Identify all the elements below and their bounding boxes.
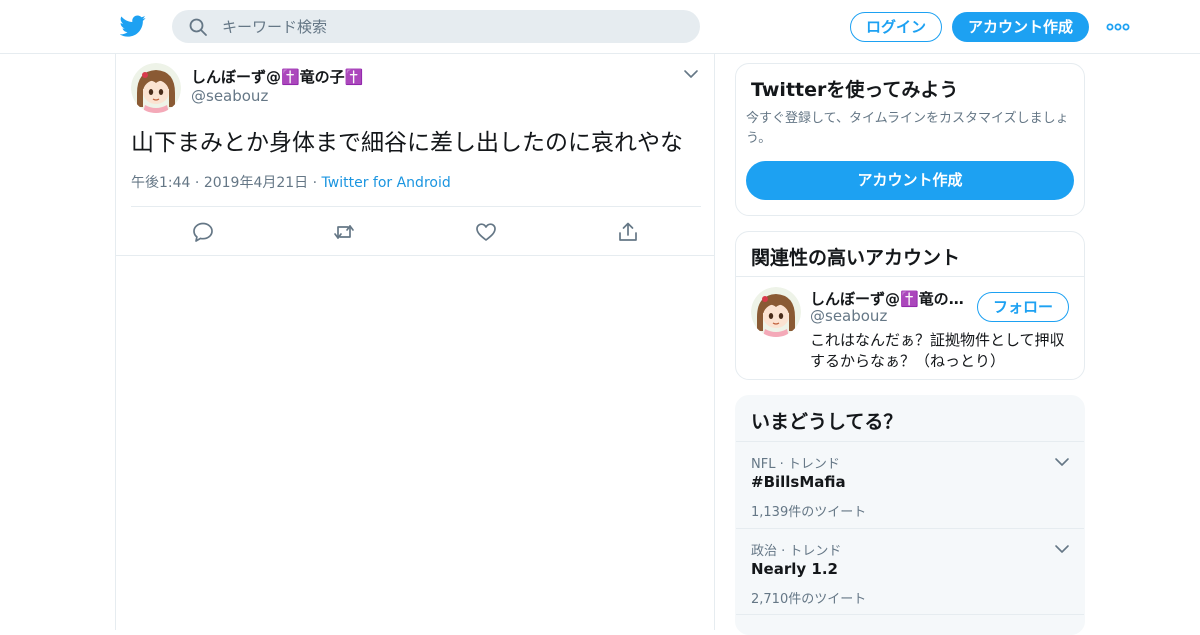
tweet-text: 山下まみとか身体まで細谷に差し出したのに哀れやな <box>131 130 683 156</box>
trends-card-title: いまどうしてる？ <box>751 411 903 433</box>
trend-count: 2,710件のツイート <box>751 592 867 607</box>
tweet-author-name[interactable]: しんぼーず@✝️竜の子✝️ <box>191 66 363 87</box>
twitter-bird-icon[interactable] <box>120 13 146 39</box>
related-card-title: 関連性の高いアカウント <box>751 247 961 269</box>
card-divider <box>736 276 1084 277</box>
signup-card-title: Twitterを使ってみよう <box>751 79 959 101</box>
search-bar[interactable] <box>172 10 700 43</box>
chevron-down-icon[interactable] <box>1054 543 1070 555</box>
avatar-image <box>131 63 181 113</box>
trend-item[interactable]: NFL · トレンド #BillsMafia 1,139件のツイート <box>736 441 1084 528</box>
related-accounts-card: 関連性の高いアカウント しんぼーず@✝️竜の子✝️ @seabouz フォロー … <box>735 231 1085 380</box>
trend-title[interactable]: #BillsMafia <box>751 473 846 491</box>
tweet-date[interactable]: 2019年4月21日 <box>204 175 308 191</box>
meta-separator: · <box>312 175 322 191</box>
avatar[interactable] <box>131 63 181 113</box>
follow-button[interactable]: フォロー <box>977 292 1069 322</box>
related-account-name[interactable]: しんぼーず@✝️竜の子✝️ <box>810 288 968 309</box>
tweet: しんぼーず@✝️竜の子✝️ @seabouz 山下まみとか身体まで細谷に差し出し… <box>116 54 714 256</box>
trend-item[interactable]: 政治 · トレンド Nearly 1.2 2,710件のツイート <box>736 528 1084 615</box>
avatar-image <box>751 287 801 337</box>
tweet-author-handle[interactable]: @seabouz <box>191 87 268 105</box>
avatar[interactable] <box>751 287 801 337</box>
retweet-icon[interactable] <box>332 220 356 244</box>
trend-item-partial[interactable] <box>736 614 1084 634</box>
search-icon <box>189 18 207 36</box>
tweet-source-link[interactable]: Twitter for Android <box>322 175 451 191</box>
trend-category: 政治 · トレンド <box>751 544 842 559</box>
heart-icon[interactable] <box>474 220 498 244</box>
chevron-down-icon[interactable] <box>683 68 699 80</box>
signup-button[interactable]: アカウント作成 <box>952 12 1089 42</box>
signup-card-description: 今すぐ登録して、タイムラインをカスタマイズしましょう。 <box>746 111 1069 146</box>
signup-card-button[interactable]: アカウント作成 <box>746 161 1074 200</box>
tweet-divider <box>131 206 701 207</box>
signup-card: Twitterを使ってみよう 今すぐ登録して、タイムラインをカスタマイズしましょ… <box>735 63 1085 216</box>
reply-icon[interactable] <box>191 220 215 244</box>
related-account-bio: これはなんだぁ？証拠物件として押収するからなぁ？（ねっとり） <box>810 331 1065 370</box>
top-bar: ログイン アカウント作成 <box>0 0 1200 54</box>
trends-card: いまどうしてる？ NFL · トレンド #BillsMafia 1,139件のツ… <box>735 395 1085 635</box>
login-button[interactable]: ログイン <box>850 12 942 42</box>
chevron-down-icon[interactable] <box>1054 456 1070 468</box>
share-icon[interactable] <box>616 220 640 244</box>
search-input[interactable] <box>222 10 682 43</box>
more-dots-icon[interactable] <box>1106 18 1130 36</box>
trend-category: NFL · トレンド <box>751 457 840 472</box>
trend-count: 1,139件のツイート <box>751 505 867 520</box>
tweet-metadata: 午後1:44 · 2019年4月21日 · Twitter for Androi… <box>131 172 451 192</box>
main-column: しんぼーず@✝️竜の子✝️ @seabouz 山下まみとか身体まで細谷に差し出し… <box>115 54 715 630</box>
related-account-handle[interactable]: @seabouz <box>810 307 887 325</box>
meta-separator: · <box>194 175 204 191</box>
tweet-time[interactable]: 午後1:44 <box>131 175 190 191</box>
trend-title[interactable]: Nearly 1.2 <box>751 560 838 578</box>
